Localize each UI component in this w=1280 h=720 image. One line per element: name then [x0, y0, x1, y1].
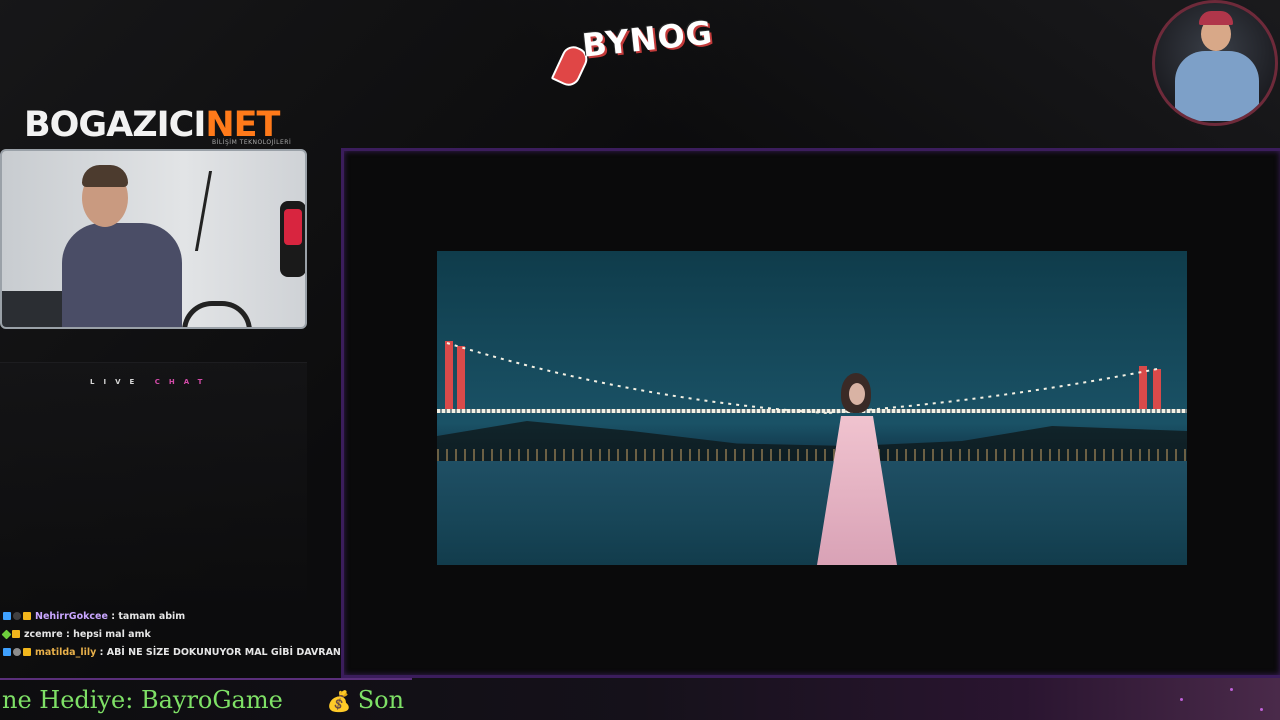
decor-dot — [1230, 688, 1233, 691]
chat-username[interactable]: matilda_lily — [35, 647, 96, 658]
sub-gift-badge-icon — [12, 630, 20, 638]
ticker-text: ne Hediye: BayroGame 💰Son B — [2, 686, 412, 714]
ticker-text-part2: Son B — [357, 686, 412, 714]
diamond-badge-icon — [1, 629, 12, 640]
ticker-text-part1: ne Hediye: BayroGame — [2, 686, 283, 714]
badge-icon — [13, 648, 21, 656]
streamer-webcam — [0, 149, 307, 329]
video-woman-face — [849, 383, 865, 405]
sub-gift-badge-icon — [23, 648, 31, 656]
chat-message: zcemre : hepsi mal amk — [1, 628, 151, 642]
ticker-viewport: ne Hediye: BayroGame 💰Son B — [0, 678, 412, 720]
subscriber-badge-icon — [3, 612, 11, 620]
guest-body — [1175, 51, 1259, 121]
sub-gift-badge-icon — [23, 612, 31, 620]
sponsor-logo-sub: BİLİŞİM TEKNOLOJİLERİ — [212, 139, 292, 146]
live-chat-panel — [0, 362, 307, 611]
sponsor-logo-primary: BOGAZICI — [24, 105, 206, 145]
monitor — [2, 291, 62, 327]
guest-cap — [1199, 11, 1233, 25]
streamer-hair — [82, 165, 128, 187]
live-chat-title: LIVE CHAT — [90, 378, 211, 386]
video-player[interactable] — [437, 251, 1187, 565]
bridge-cables — [446, 342, 1158, 414]
streamer-body — [62, 223, 182, 327]
brand-logo-text: BYNOG — [580, 13, 715, 65]
chat-separator: : — [62, 629, 74, 640]
subscriber-badge-icon — [3, 648, 11, 656]
chat-separator: : — [107, 611, 119, 622]
live-chat-title-chat: CHAT — [154, 378, 212, 386]
chat-username[interactable]: zcemre — [24, 629, 63, 640]
decor-dot — [1180, 698, 1183, 701]
chat-separator: : — [96, 647, 107, 658]
donation-ticker: ne Hediye: BayroGame 💰Son B — [0, 678, 1280, 720]
live-chat-title-live: LIVE — [90, 378, 144, 386]
badge-icon — [13, 612, 21, 620]
chat-text: tamam abim — [118, 611, 186, 622]
brand-logo: BYNOG — [550, 13, 715, 90]
decor-dot — [1260, 708, 1263, 711]
chair — [182, 301, 252, 327]
money-bag-icon: 💰 — [326, 689, 352, 713]
microphone-light — [284, 209, 302, 245]
chat-username[interactable]: NehirrGokcee — [35, 611, 108, 622]
chat-text: hepsi mal amk — [73, 629, 151, 640]
guest-webcam — [1152, 0, 1278, 126]
wall-art — [194, 171, 243, 251]
chat-message: NehirrGokcee : tamam abim — [3, 610, 185, 624]
